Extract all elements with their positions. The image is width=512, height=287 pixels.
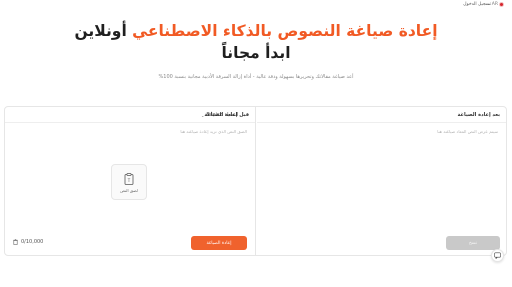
top-bar: تسجيل الدخول ⌄ AR <box>0 0 512 12</box>
flag-icon <box>499 2 504 7</box>
hero-title-rest: أونلاين <box>74 22 127 40</box>
hero-subtitle: أعد صياغة مقالاتك وتحريرها بسهولة ودقة ع… <box>158 74 354 80</box>
input-pane-title: قبل إعادة الصياغة <box>204 112 249 118</box>
input-pane: النمط: Básico ⌄ قبل إعادة الصياغة الصق ا… <box>5 107 256 255</box>
paraphrase-editor: النمط: Básico ⌄ قبل إعادة الصياغة الصق ا… <box>4 106 507 256</box>
output-pane: بعد إعادة الصياغة سيتم عرض النص المعاد ص… <box>257 107 506 255</box>
input-textarea[interactable]: الصق النص الذي تريد إعادة صياغته هنا <box>180 129 247 134</box>
chat-button[interactable] <box>491 249 504 262</box>
output-pane-title: بعد إعادة الصياغة <box>457 112 500 118</box>
language-switcher[interactable]: ⌄ AR <box>487 2 504 7</box>
hero-title-accent: إعادة صياغة النصوص بالذكاء الاصطناعي <box>132 22 438 40</box>
input-pane-header: النمط: Básico ⌄ قبل إعادة الصياغة <box>5 107 255 123</box>
chat-icon <box>494 252 501 259</box>
language-code: AR <box>491 2 498 7</box>
output-pane-header: بعد إعادة الصياغة <box>257 107 506 123</box>
svg-text:T: T <box>127 178 131 183</box>
paste-text-label: لصق النص <box>120 188 138 193</box>
clipboard-icon: T <box>124 173 134 185</box>
copy-button[interactable]: نسخ <box>446 236 500 250</box>
paste-text-button[interactable]: T لصق النص <box>111 164 147 200</box>
hero-title: إعادة صياغة النصوص بالذكاء الاصطناعي أون… <box>0 22 512 62</box>
chevron-down-icon: ⌄ <box>487 2 491 7</box>
character-counter: 0/10,000 <box>13 239 43 245</box>
trash-icon[interactable] <box>13 239 18 245</box>
character-count: 0/10,000 <box>21 239 44 245</box>
output-area: سيتم عرض النص المعاد صياغته هنا <box>437 129 498 134</box>
hero-title-line1: إعادة صياغة النصوص بالذكاء الاصطناعي أون… <box>0 22 512 40</box>
hero-title-line2: ابدأ مجاناً <box>221 44 291 62</box>
paraphrase-button[interactable]: إعادة الصياغة <box>191 236 247 250</box>
